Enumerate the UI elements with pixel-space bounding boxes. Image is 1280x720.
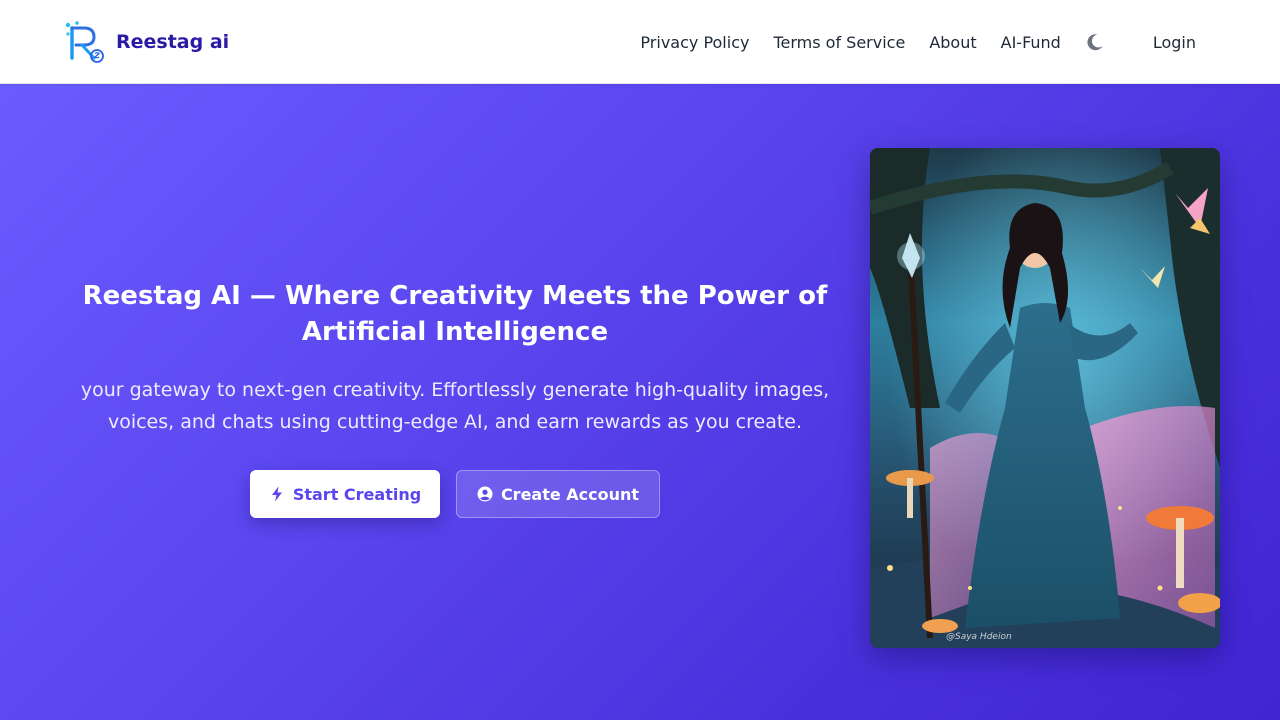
reestag-r-logo-icon [65, 21, 104, 63]
theme-toggle-button[interactable] [1085, 32, 1105, 52]
user-circle-icon [477, 486, 493, 502]
main-nav: Privacy Policy Terms of Service About AI… [640, 0, 1196, 84]
start-creating-button[interactable]: Start Creating [250, 470, 440, 518]
brand-name: Reestag ai [116, 31, 230, 53]
moon-icon [1087, 34, 1103, 51]
top-navbar: Reestag ai Privacy Policy Terms of Servi… [0, 0, 1280, 84]
hero-subtitle: your gateway to next-gen creativity. Eff… [80, 379, 830, 433]
nav-link-terms-of-service[interactable]: Terms of Service [773, 33, 905, 52]
brand-home-link[interactable]: Reestag ai [64, 20, 229, 64]
login-link[interactable]: Login [1153, 33, 1196, 52]
nav-link-privacy-policy[interactable]: Privacy Policy [640, 33, 749, 52]
hero-section: Reestag AI — Where Creativity Meets the … [0, 84, 1280, 720]
bolt-icon [271, 486, 282, 502]
artist-signature: @Saya Hdeion [946, 632, 1012, 642]
hero-title: Reestag AI — Where Creativity Meets the … [82, 281, 828, 347]
create-account-button[interactable]: Create Account [456, 470, 660, 518]
create-account-label: Create Account [500, 484, 640, 504]
nav-link-ai-fund[interactable]: AI-Fund [1001, 33, 1061, 52]
hero-illustration: @Saya Hdeion [870, 148, 1220, 648]
sorceress-illustration [870, 148, 1220, 648]
nav-link-about[interactable]: About [929, 33, 976, 52]
start-creating-label: Start Creating [292, 484, 422, 504]
